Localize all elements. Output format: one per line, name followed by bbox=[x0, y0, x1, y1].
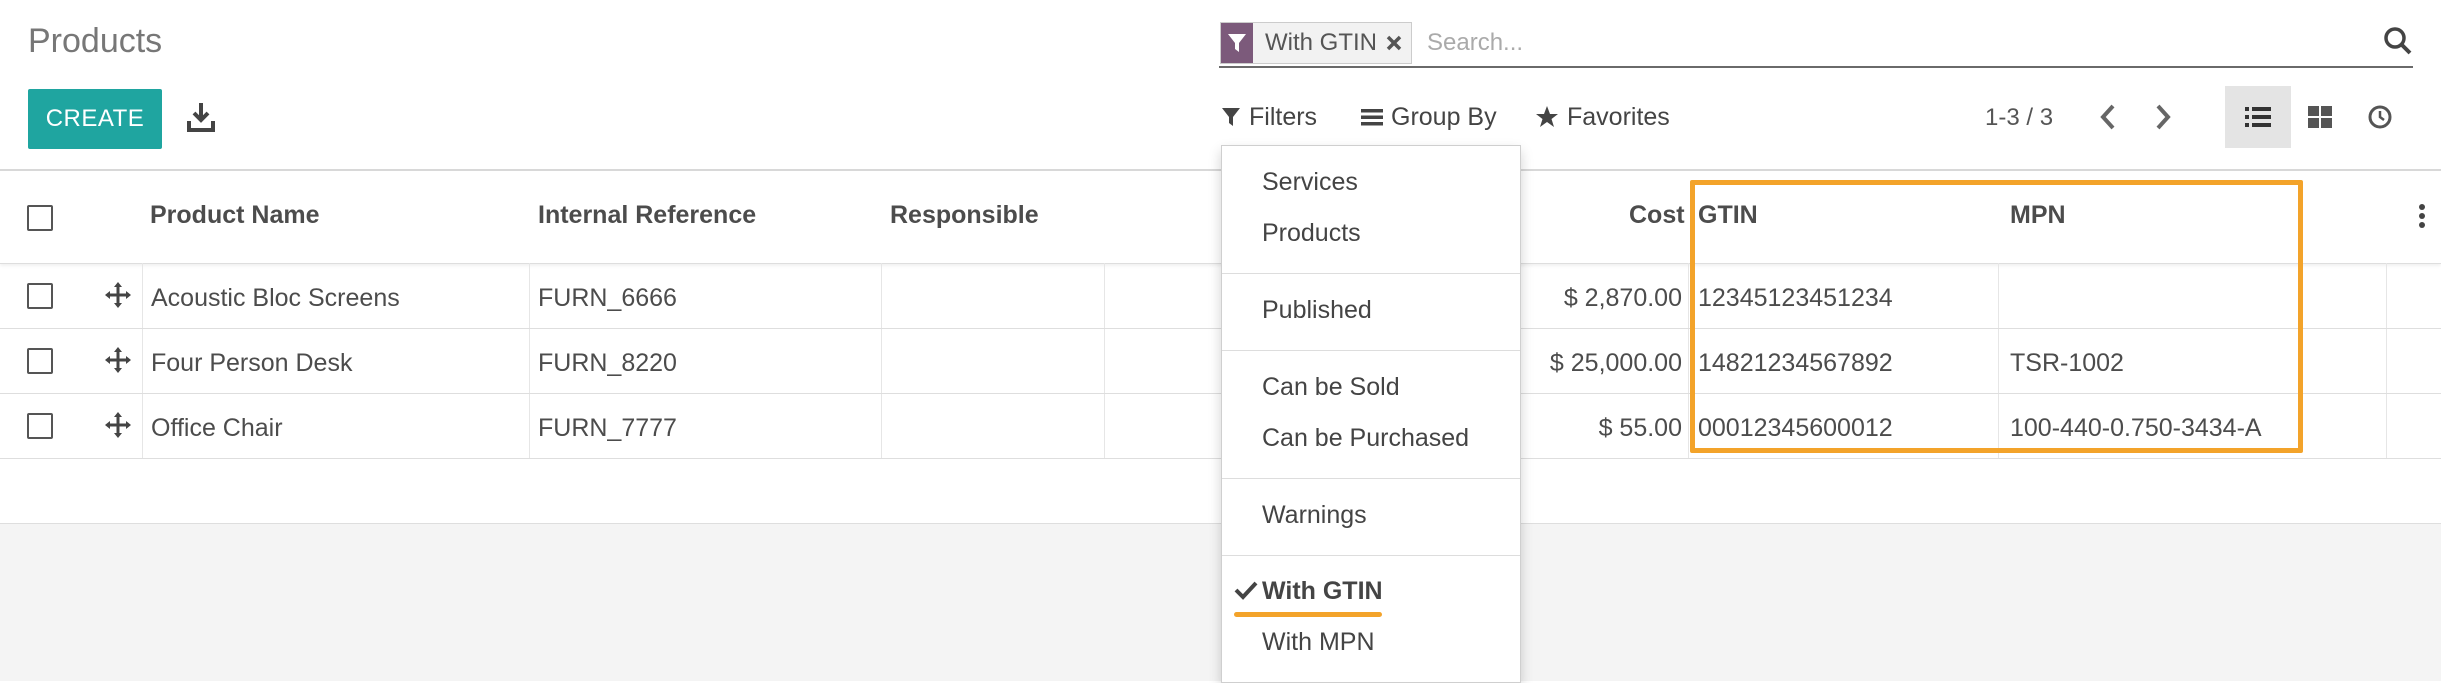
row-checkbox[interactable] bbox=[27, 348, 53, 374]
cell-product-name: Acoustic Bloc Screens bbox=[151, 284, 400, 312]
filter-item-products[interactable]: Products bbox=[1262, 219, 1361, 248]
cell-cost: $ 2,870.00 bbox=[1563, 284, 1682, 312]
cell-internal-reference: FURN_8220 bbox=[538, 349, 677, 377]
drag-handle-icon[interactable] bbox=[104, 411, 132, 439]
list-view-button[interactable] bbox=[2225, 86, 2291, 148]
chevron-right-icon[interactable] bbox=[2148, 102, 2176, 132]
filter-item-can-be-purchased[interactable]: Can be Purchased bbox=[1262, 424, 1469, 453]
page-title: Products bbox=[28, 22, 163, 60]
filters-dropdown: Services Products Published Can be Sold … bbox=[1221, 145, 1521, 683]
filters-label: Filters bbox=[1249, 102, 1318, 131]
pager-value[interactable]: 1-3 / 3 bbox=[1985, 104, 2053, 132]
check-icon bbox=[1234, 580, 1258, 605]
list-icon bbox=[2245, 107, 2271, 127]
menu-divider bbox=[1222, 350, 1520, 351]
search-input[interactable] bbox=[1425, 22, 2329, 64]
facet-label: With GTIN bbox=[1253, 23, 1385, 63]
search-icon[interactable] bbox=[2383, 26, 2413, 56]
activity-view-button[interactable] bbox=[2360, 86, 2400, 148]
cell-cost: $ 55.00 bbox=[1598, 414, 1682, 442]
filter-item-warnings[interactable]: Warnings bbox=[1262, 501, 1367, 530]
create-button[interactable]: CREATE bbox=[28, 89, 162, 149]
filter-item-can-be-sold[interactable]: Can be Sold bbox=[1262, 373, 1400, 402]
drag-handle-icon[interactable] bbox=[104, 281, 132, 309]
cell-internal-reference: FURN_6666 bbox=[538, 284, 677, 312]
column-header-product-name[interactable]: Product Name bbox=[150, 201, 319, 230]
filters-button[interactable]: Filters bbox=[1221, 100, 1317, 134]
menu-divider bbox=[1222, 555, 1520, 556]
clock-icon bbox=[2368, 105, 2392, 129]
filter-item-services[interactable]: Services bbox=[1262, 168, 1358, 197]
kanban-icon bbox=[2308, 106, 2332, 128]
group-by-label: Group By bbox=[1391, 102, 1497, 131]
download-icon[interactable] bbox=[186, 101, 216, 133]
favorites-button[interactable]: Favorites bbox=[1535, 100, 1670, 134]
cell-product-name: Office Chair bbox=[151, 414, 283, 442]
gtin-underline-highlight bbox=[1234, 612, 1382, 617]
kanban-view-button[interactable] bbox=[2300, 86, 2340, 148]
row-checkbox[interactable] bbox=[27, 283, 53, 309]
cell-internal-reference: FURN_7777 bbox=[538, 414, 677, 442]
filter-item-with-gtin[interactable]: With GTIN bbox=[1262, 577, 1383, 606]
column-header-cost[interactable]: Cost bbox=[1629, 201, 1685, 230]
remove-facet-icon[interactable] bbox=[1385, 23, 1411, 63]
bars-icon bbox=[1361, 109, 1383, 126]
group-by-button[interactable]: Group By bbox=[1361, 100, 1497, 134]
select-all-checkbox[interactable] bbox=[27, 205, 53, 231]
filter-item-with-mpn[interactable]: With MPN bbox=[1262, 628, 1375, 657]
menu-divider bbox=[1222, 478, 1520, 479]
filter-icon bbox=[1221, 23, 1253, 63]
gtin-mpn-highlight-box bbox=[1690, 180, 2303, 453]
chevron-left-icon[interactable] bbox=[2095, 102, 2123, 132]
search-facet[interactable]: With GTIN bbox=[1220, 22, 1412, 64]
filter-icon bbox=[1222, 108, 1240, 126]
row-checkbox[interactable] bbox=[27, 413, 53, 439]
column-header-internal-reference[interactable]: Internal Reference bbox=[538, 201, 756, 230]
cell-product-name: Four Person Desk bbox=[151, 349, 353, 377]
column-header-responsible[interactable]: Responsible bbox=[890, 201, 1039, 230]
optional-columns-icon[interactable] bbox=[2415, 201, 2429, 236]
cell-cost: $ 25,000.00 bbox=[1549, 349, 1682, 377]
filter-item-published[interactable]: Published bbox=[1262, 296, 1372, 325]
star-icon bbox=[1536, 106, 1558, 127]
menu-divider bbox=[1222, 273, 1520, 274]
favorites-label: Favorites bbox=[1567, 102, 1670, 131]
drag-handle-icon[interactable] bbox=[104, 346, 132, 374]
